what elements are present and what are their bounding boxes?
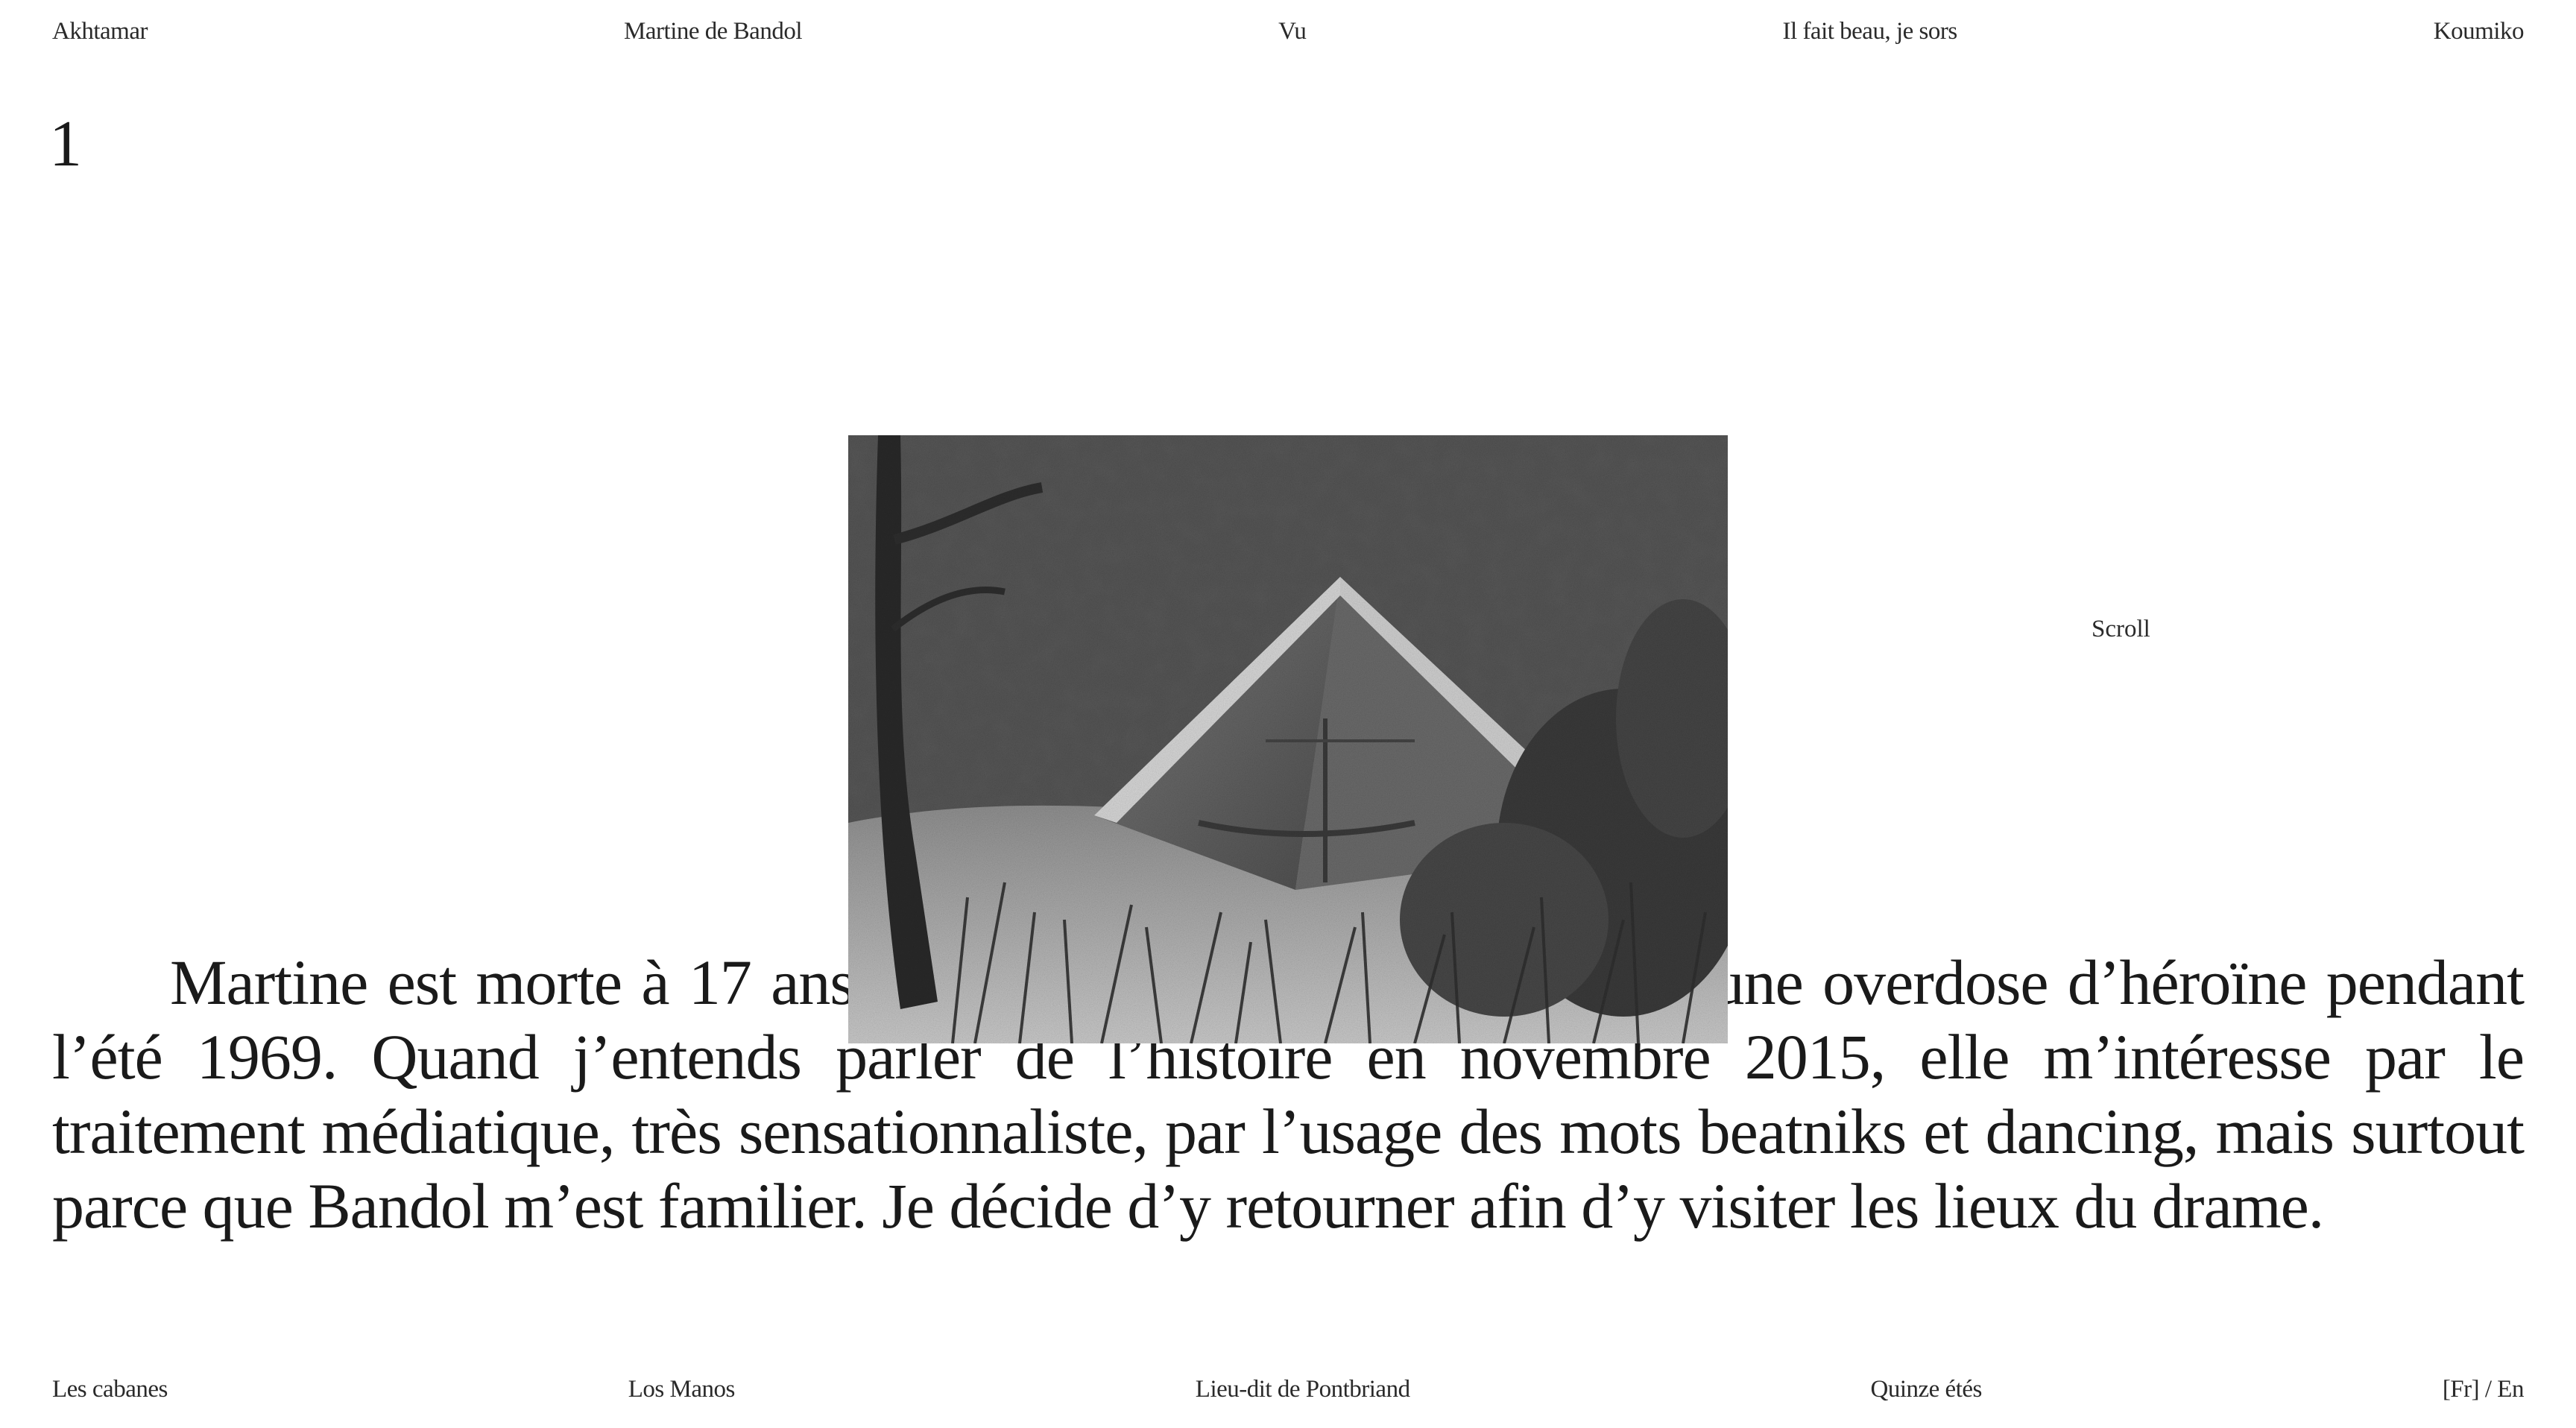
nav-link-vu[interactable]: Vu — [1278, 18, 1307, 45]
chapter-number: 1 — [49, 108, 82, 180]
nav-link-il-fait-beau[interactable]: Il fait beau, je sors — [1783, 18, 1958, 45]
tent-photograph — [848, 435, 1728, 1043]
nav-link-les-cabanes[interactable]: Les cabanes — [52, 1376, 168, 1403]
top-navigation: Akhtamar Martine de Bandol Vu Il fait be… — [52, 18, 2524, 45]
nav-link-koumiko[interactable]: Koumiko — [2434, 18, 2525, 45]
scroll-hint[interactable]: Scroll — [2092, 616, 2150, 643]
nav-link-los-manos[interactable]: Los Manos — [628, 1376, 736, 1403]
nav-link-lieu-dit-de-pontbriand[interactable]: Lieu-dit de Pontbriand — [1196, 1376, 1410, 1403]
bottom-navigation: Les cabanes Los Manos Lieu-dit de Pontbr… — [52, 1376, 2524, 1403]
nav-link-akhtamar[interactable]: Akhtamar — [52, 18, 148, 45]
nav-link-martine-de-bandol[interactable]: Martine de Bandol — [624, 18, 802, 45]
nav-link-quinze-etes[interactable]: Quinze étés — [1871, 1376, 1983, 1403]
tent-photograph-image — [848, 435, 1728, 1043]
language-switcher[interactable]: [Fr] / En — [2443, 1376, 2525, 1403]
